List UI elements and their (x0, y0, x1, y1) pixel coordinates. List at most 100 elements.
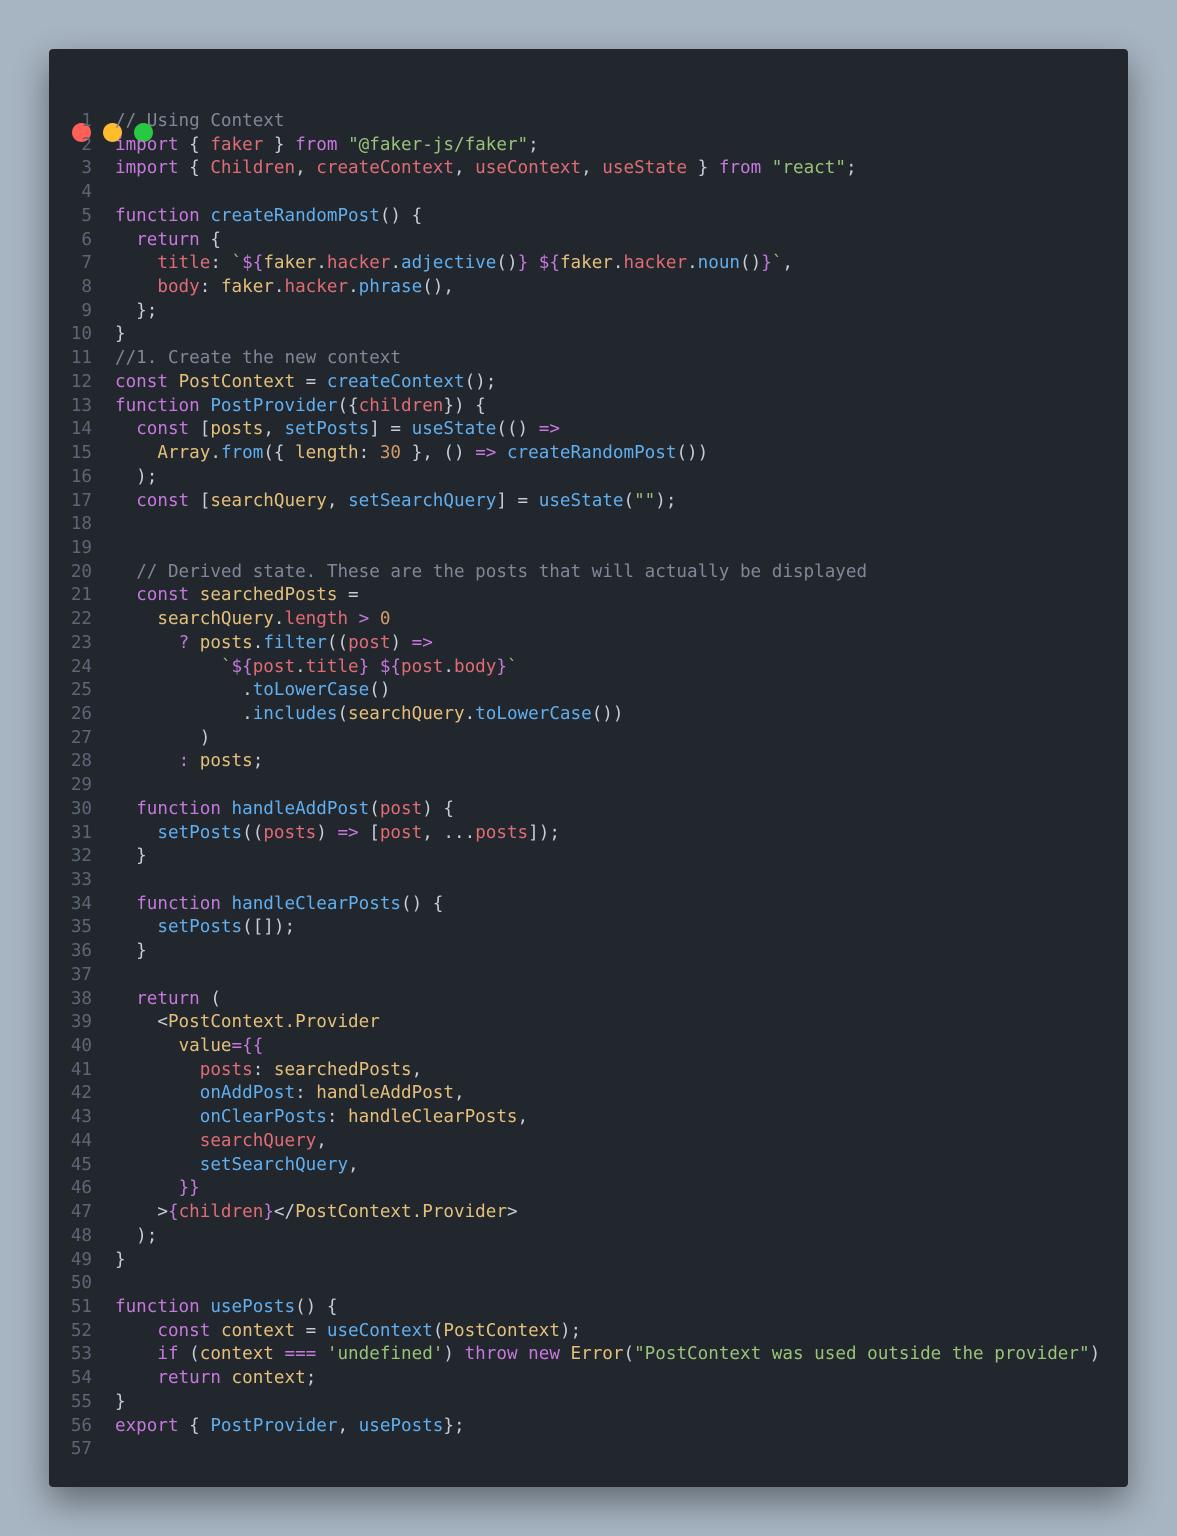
code-token: . (273, 277, 285, 298)
code-line: 47 >{children}</PostContext.Provider> (49, 1201, 1128, 1225)
code-token: } (761, 253, 772, 274)
code-token: posts (199, 751, 253, 772)
code-token: useContext (475, 158, 582, 179)
line-number: 32 (70, 846, 92, 867)
code-token: faker (220, 277, 274, 298)
code-token: searchedPosts (273, 1059, 412, 1080)
code-line: 36 } (49, 940, 1128, 964)
code-token: > (358, 609, 370, 630)
code-token: ( (199, 988, 221, 1009)
code-token: post (348, 632, 391, 653)
code-token: function (136, 798, 221, 819)
code-token: useState (411, 419, 497, 440)
code-token: : (210, 253, 232, 274)
code-token: Error (570, 1344, 624, 1365)
code-token: </ (273, 1202, 296, 1223)
code-token: : (199, 277, 221, 298)
code-token: . (252, 632, 264, 653)
code-token: === (284, 1344, 317, 1365)
code-token: ) { (422, 798, 454, 819)
line-number: 16 (70, 466, 92, 487)
code-token: body (454, 656, 497, 677)
code-token: : (178, 751, 190, 772)
code-token: ${ (231, 656, 253, 677)
line-number: 27 (70, 727, 92, 748)
code-token: ) (443, 1344, 465, 1365)
code-line: 28 : posts; (49, 750, 1128, 774)
code-token: function (115, 395, 200, 416)
code-token: : (358, 443, 380, 464)
code-token: //1. Create the new context (115, 348, 401, 369)
code-token: adjective (401, 253, 497, 274)
line-number: 52 (70, 1320, 92, 1341)
code-line: 8 body: faker.hacker.phrase(), (49, 276, 1128, 300)
code-line: 1 // Using Context (49, 110, 1128, 134)
code-token: post (379, 798, 423, 819)
code-line: 54 return context; (49, 1367, 1128, 1391)
code-token: import (115, 158, 179, 179)
line-number: 22 (70, 609, 92, 630)
line-number: 30 (70, 798, 92, 819)
code-line: 46 }} (49, 1177, 1128, 1201)
code-line: 45 setSearchQuery, (49, 1154, 1128, 1178)
code-line: 32 } (49, 845, 1128, 869)
line-number: 50 (70, 1273, 92, 1294)
code-token: ; (845, 158, 857, 179)
line-number: 39 (70, 1012, 92, 1033)
code-token: ( (623, 490, 635, 511)
code-token: useContext (326, 1320, 433, 1341)
line-number: 11 (70, 348, 92, 369)
code-token: 30 (379, 443, 402, 464)
code-token: , (295, 158, 317, 179)
code-token: length (295, 443, 359, 464)
code-token: { (167, 1202, 179, 1223)
code-token: faker (263, 253, 317, 274)
code-token: ? (178, 632, 190, 653)
code-token: from (220, 443, 264, 464)
line-number: 17 (70, 490, 92, 511)
code-token: : (326, 1107, 349, 1128)
code-token: }; (443, 1415, 465, 1436)
code-token: "react" (771, 158, 846, 179)
code-line: 4 (49, 181, 1128, 205)
code-token: () (496, 253, 518, 274)
code-token: , (453, 158, 476, 179)
code-token: ); (559, 1320, 582, 1341)
code-token: PostContext.Provider (295, 1202, 507, 1223)
code-token: ( (337, 703, 349, 724)
code-token: . (210, 443, 221, 464)
code-token: const (115, 371, 168, 392)
code-token: posts (199, 632, 253, 653)
code-token: ) (390, 632, 412, 653)
code-token: () (740, 253, 762, 274)
code-token: } (115, 846, 147, 867)
line-number: 29 (70, 775, 92, 796)
line-number: 13 (70, 395, 92, 416)
code-token: [ (189, 490, 211, 511)
code-token: 0 (379, 609, 391, 630)
code-token: , (263, 419, 285, 440)
code-token: ) (115, 727, 211, 748)
code-line: 26 .includes(searchQuery.toLowerCase()) (49, 703, 1128, 727)
code-token: . (273, 609, 285, 630)
code-token: searchedPosts (199, 585, 338, 606)
line-number: 36 (70, 941, 92, 962)
line-number: 33 (70, 870, 92, 890)
code-token: , (326, 490, 349, 511)
code-token: setPosts (157, 822, 243, 843)
code-token: length (284, 609, 349, 630)
